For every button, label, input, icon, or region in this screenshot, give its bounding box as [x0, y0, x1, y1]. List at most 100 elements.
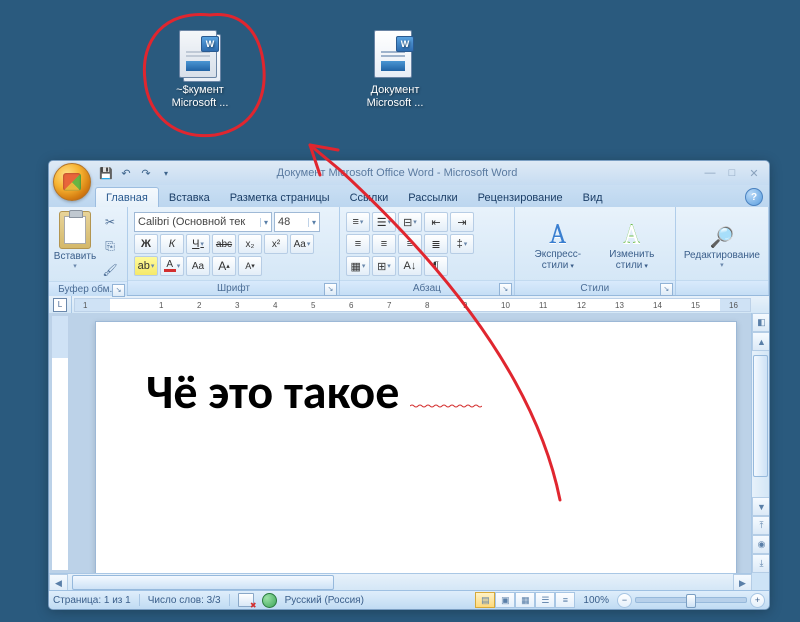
font-name-combo[interactable]: Calibri (Основной тек▾: [134, 212, 272, 232]
editing-button[interactable]: 🔎 Редактирование ▾: [680, 221, 764, 269]
prev-page-icon[interactable]: ⤒: [752, 516, 769, 535]
strike-button[interactable]: abc: [212, 234, 236, 254]
line-spacing-button[interactable]: ‡: [450, 234, 474, 254]
dialog-launcher-icon[interactable]: ↘: [499, 283, 512, 296]
align-center-button[interactable]: ≡: [372, 234, 396, 254]
dialog-launcher-icon[interactable]: ↘: [660, 283, 673, 296]
tab-references[interactable]: Ссылки: [340, 188, 399, 207]
cut-icon[interactable]: ✂: [99, 211, 121, 233]
tab-review[interactable]: Рецензирование: [468, 188, 573, 207]
borders-button[interactable]: ⊞: [372, 256, 396, 276]
group-label-editing: [676, 280, 768, 295]
shrink-font-button[interactable]: A▾: [238, 256, 262, 276]
group-label-paragraph: Абзац↘: [340, 280, 514, 295]
desktop-icon-label: ~$кумент Microsoft ...: [160, 84, 240, 110]
scroll-up-icon[interactable]: ▲: [752, 332, 769, 351]
tab-selector[interactable]: L: [53, 298, 67, 312]
maximize-button[interactable]: □: [721, 166, 743, 180]
align-left-button[interactable]: ≡: [346, 234, 370, 254]
format-painter-icon[interactable]: 🖌: [99, 259, 121, 281]
status-bar: Страница: 1 из 1 Число слов: 3/3 Русский…: [49, 590, 769, 609]
tab-mailings[interactable]: Рассылки: [398, 188, 467, 207]
minimize-button[interactable]: —: [699, 166, 721, 180]
page[interactable]: Чё это такое: [95, 321, 737, 573]
dialog-launcher-icon[interactable]: ↘: [324, 283, 337, 296]
dialog-launcher-icon[interactable]: ↘: [112, 284, 125, 297]
sort-button[interactable]: A↓: [398, 256, 422, 276]
justify-button[interactable]: ≣: [424, 234, 448, 254]
shading-button[interactable]: ▦: [346, 256, 370, 276]
italic-button[interactable]: К: [160, 234, 184, 254]
copy-icon[interactable]: ⎘: [99, 235, 121, 257]
zoom-level[interactable]: 100%: [583, 595, 609, 606]
status-page[interactable]: Страница: 1 из 1: [53, 595, 131, 606]
status-words[interactable]: Число слов: 3/3: [148, 595, 221, 606]
paste-button[interactable]: Вставить ▾: [53, 209, 97, 281]
group-label-font: Шрифт↘: [128, 280, 339, 295]
view-web-layout[interactable]: ▦: [515, 592, 535, 608]
document-text[interactable]: Чё это такое: [146, 362, 399, 421]
underline-button[interactable]: Ч: [186, 234, 210, 254]
bullets-button[interactable]: ≡: [346, 212, 370, 232]
zoom-thumb[interactable]: [686, 594, 696, 608]
decrease-indent-button[interactable]: ⇤: [424, 212, 448, 232]
office-button[interactable]: [53, 163, 91, 201]
scroll-down-icon[interactable]: ▼: [752, 497, 769, 516]
group-font: Calibri (Основной тек▾ 48▾ Ж К Ч abc x₂ …: [128, 207, 340, 295]
group-paragraph: ≡ ☰ ⊟ ⇤ ⇥ ≡ ≡ ≡ ≣ ‡ ▦ ⊞ A↓ ¶: [340, 207, 515, 295]
view-print-layout[interactable]: ▤: [475, 592, 495, 608]
subscript-button[interactable]: x₂: [238, 234, 262, 254]
help-icon[interactable]: ?: [745, 188, 763, 206]
group-label-styles: Стили↘: [515, 280, 675, 295]
increase-indent-button[interactable]: ⇥: [450, 212, 474, 232]
group-editing: 🔎 Редактирование ▾: [676, 207, 769, 295]
multilevel-button[interactable]: ⊟: [398, 212, 422, 232]
font-size-combo[interactable]: 48▾: [274, 212, 320, 232]
status-language[interactable]: Русский (Россия): [285, 595, 364, 606]
changecase-button[interactable]: Aa: [290, 234, 314, 254]
desktop-icon-doc[interactable]: W Документ Microsoft ...: [355, 30, 435, 110]
change-styles-icon: A: [599, 219, 665, 249]
quick-styles-button[interactable]: A Экспресс-стили ▾: [525, 219, 591, 271]
zoom-slider[interactable]: − +: [617, 593, 765, 608]
tab-home[interactable]: Главная: [95, 187, 159, 207]
quick-styles-icon: A: [525, 219, 591, 249]
zoom-out-icon[interactable]: −: [617, 593, 632, 608]
clear-format-button[interactable]: Aa: [186, 256, 210, 276]
font-color-button[interactable]: A: [160, 256, 184, 276]
close-button[interactable]: ✕: [743, 166, 765, 180]
align-right-button[interactable]: ≡: [398, 234, 422, 254]
scroll-thumb[interactable]: [72, 575, 334, 590]
bold-button[interactable]: Ж: [134, 234, 158, 254]
language-icon[interactable]: [262, 593, 277, 608]
grow-font-button[interactable]: A▴: [212, 256, 236, 276]
browse-object-icon[interactable]: ◉: [752, 535, 769, 554]
show-marks-button[interactable]: ¶: [424, 256, 448, 276]
zoom-in-icon[interactable]: +: [750, 593, 765, 608]
horizontal-scrollbar[interactable]: ◀ ▶: [49, 573, 752, 591]
next-page-icon[interactable]: ⤓: [752, 554, 769, 573]
numbering-button[interactable]: ☰: [372, 212, 396, 232]
change-styles-button[interactable]: A Изменить стили ▾: [599, 219, 665, 271]
tab-layout[interactable]: Разметка страницы: [220, 188, 340, 207]
ruler-toggle-icon[interactable]: ◧: [752, 313, 769, 332]
find-icon: 🔎: [684, 225, 760, 250]
view-draft[interactable]: ≡: [555, 592, 575, 608]
scroll-thumb[interactable]: [753, 355, 768, 477]
titlebar[interactable]: 💾 ↶ ↷ ▾ Документ Microsoft Office Word -…: [49, 161, 769, 185]
clipboard-icon: [59, 211, 91, 249]
vertical-scrollbar[interactable]: ◧ ▲ ▼ ⤒ ◉ ⤓: [751, 313, 769, 573]
tab-insert[interactable]: Вставка: [159, 188, 220, 207]
view-full-screen[interactable]: ▣: [495, 592, 515, 608]
group-clipboard: Вставить ▾ ✂ ⎘ 🖌 Буфер обм...↘: [49, 207, 128, 295]
desktop-icon-temp-doc[interactable]: W ~$кумент Microsoft ...: [160, 30, 240, 110]
ribbon: Вставить ▾ ✂ ⎘ 🖌 Буфер обм...↘ Calibri (…: [49, 207, 769, 296]
view-outline[interactable]: ☰: [535, 592, 555, 608]
tab-view[interactable]: Вид: [573, 188, 613, 207]
window-title: Документ Microsoft Office Word - Microso…: [95, 167, 699, 179]
word-temp-file-icon: W: [179, 30, 221, 80]
highlight-button[interactable]: ab: [134, 256, 158, 276]
proofing-icon[interactable]: [238, 593, 254, 607]
vertical-ruler[interactable]: [51, 315, 69, 571]
superscript-button[interactable]: x²: [264, 234, 288, 254]
